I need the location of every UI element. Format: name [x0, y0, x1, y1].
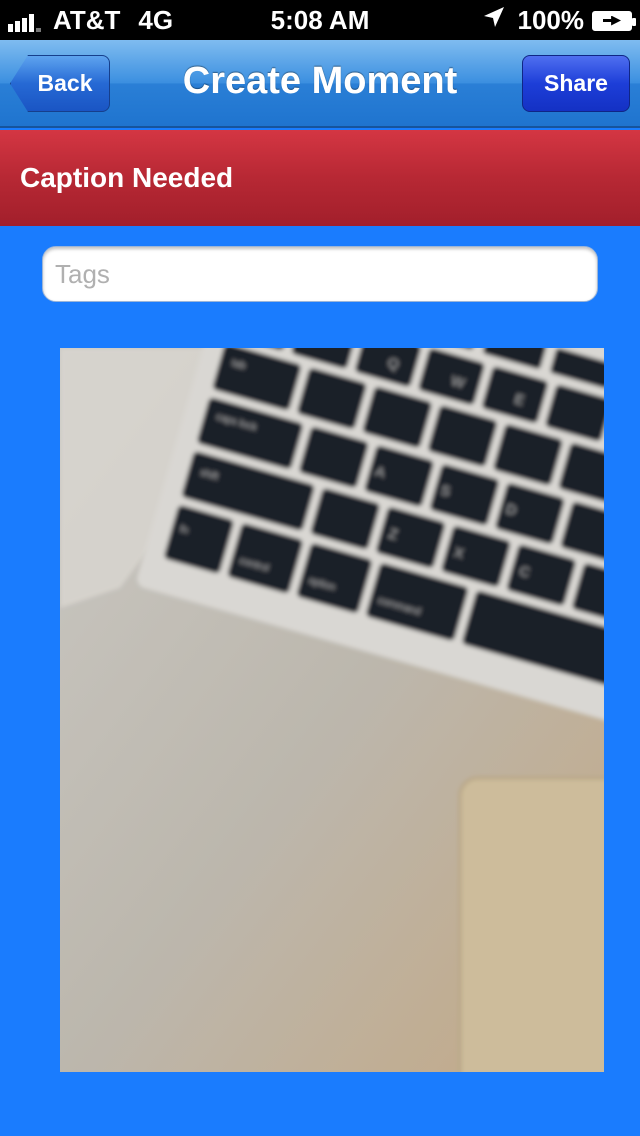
status-bar: AT&T 4G 5:08 AM 100%: [0, 0, 640, 40]
battery-percent: 100%: [517, 5, 585, 35]
navigation-bar: Back Create Moment Share: [0, 40, 640, 128]
caption-needed-label: Caption Needed: [20, 162, 234, 193]
battery-charging-icon: [592, 10, 636, 31]
status-right: 100%: [482, 5, 636, 36]
caption-needed-banner[interactable]: Caption Needed: [0, 130, 640, 226]
tags-input[interactable]: [42, 246, 598, 302]
moment-photo: QWE tab caps lock ASD shift ZXC fn contr…: [60, 348, 604, 1072]
keyboard-photo-image: QWE tab caps lock ASD shift ZXC fn contr…: [60, 348, 604, 1072]
location-arrow-icon: [482, 5, 506, 36]
share-button[interactable]: Share: [522, 55, 630, 112]
